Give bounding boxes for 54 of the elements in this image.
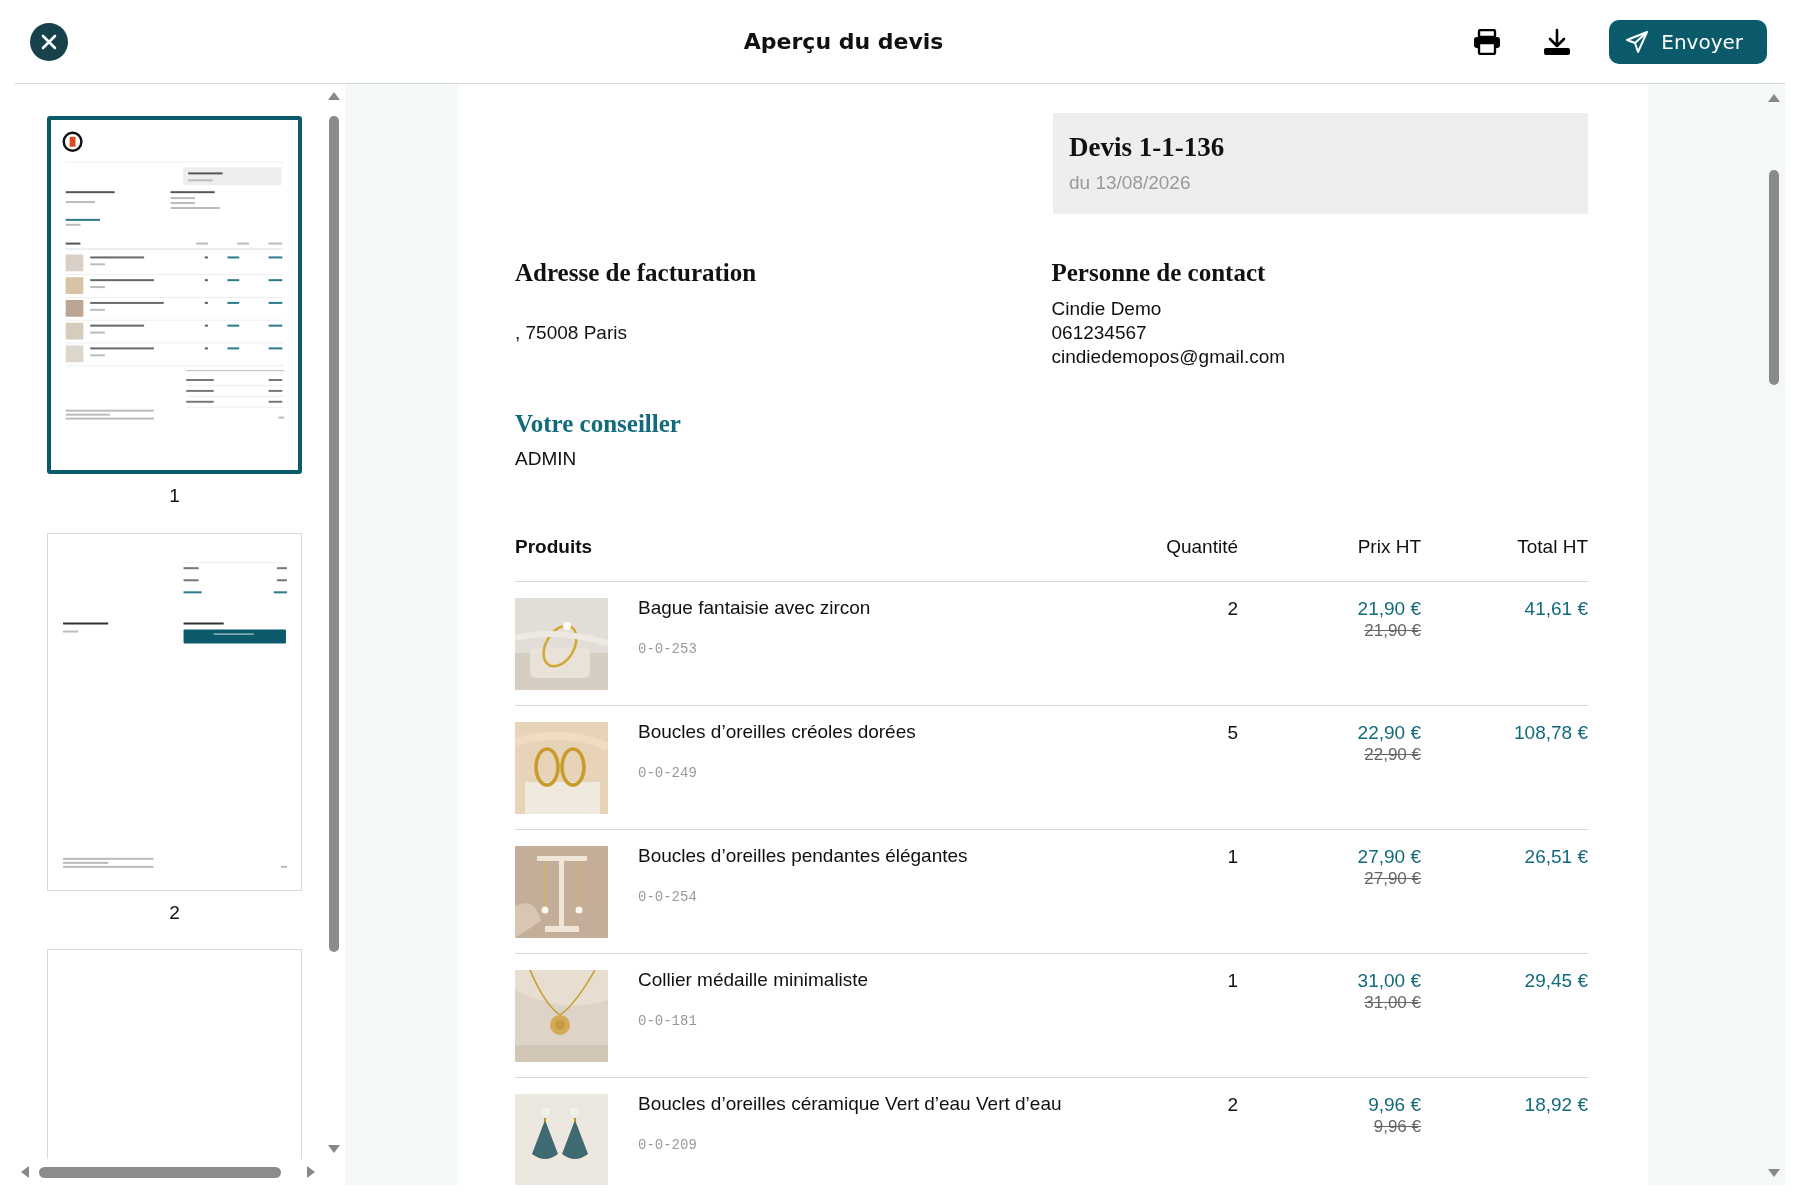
- section-heading: Personne de contact: [1051, 257, 1267, 288]
- page-number: 1: [168, 484, 181, 508]
- quantity-cell-text: 2: [1226, 598, 1238, 622]
- product-name: Bague fantaisie avec zircon: [638, 596, 871, 621]
- printer-icon: [1473, 28, 1502, 55]
- unit-price: 21,90 €: [1356, 598, 1421, 621]
- original-price: 21,90 €: [1363, 620, 1421, 643]
- product-reference: 0-0-254: [638, 887, 698, 907]
- address-line: cindiedemopos@gmail.com: [1051, 345, 1287, 370]
- original-price: 9,96 €: [1372, 1116, 1421, 1139]
- dialog-title: Aperçu du devis: [742, 28, 945, 56]
- original-price: 22,90 €: [1363, 744, 1421, 767]
- quote-title: Devis 1-1-136: [1069, 131, 1226, 164]
- address-line: Cindie Demo: [1051, 297, 1163, 322]
- line-total: 108,78 €: [1513, 722, 1588, 746]
- download-icon: [1543, 27, 1572, 56]
- product-reference: 0-0-209: [638, 1135, 698, 1155]
- paper-plane-icon: [1625, 29, 1650, 54]
- unit-price: 31,00 €: [1356, 970, 1421, 993]
- column-header: Prix HT: [1356, 534, 1421, 559]
- column-header: Quantité: [1165, 534, 1238, 559]
- unit-price: 27,90 €: [1356, 846, 1421, 869]
- section-heading: Votre conseiller: [515, 409, 682, 440]
- product-name: Boucles d’oreilles pendantes élégantes: [638, 844, 968, 869]
- close-icon: [41, 33, 57, 50]
- column-header: Total HT: [1516, 534, 1588, 559]
- quantity-cell-text: 1: [1226, 970, 1238, 994]
- line-total: 29,45 €: [1523, 970, 1588, 994]
- advisor-name: ADMIN: [515, 446, 578, 471]
- product-reference: 0-0-181: [638, 1011, 698, 1031]
- original-price: 27,90 €: [1363, 868, 1421, 891]
- section-heading: Adresse de facturation: [515, 257, 758, 288]
- product-reference: 0-0-249: [638, 763, 698, 783]
- quantity-cell-text: 5: [1226, 722, 1238, 746]
- quantity-cell-text: 1: [1226, 846, 1238, 870]
- quantity-cell-text: 2: [1226, 1094, 1238, 1118]
- product-name: Boucles d’oreilles créoles dorées: [638, 720, 916, 745]
- product-reference: 0-0-253: [638, 639, 698, 659]
- page-thumbnail[interactable]: [47, 116, 302, 474]
- unit-price: 22,90 €: [1356, 722, 1421, 745]
- address-line: 061234567: [1051, 321, 1148, 346]
- address-line: , 75008 Paris: [515, 321, 628, 346]
- line-total: 41,61 €: [1523, 598, 1588, 622]
- unit-price: 9,96 €: [1367, 1094, 1421, 1117]
- line-total: 26,51 €: [1523, 846, 1588, 870]
- quote-date: du 13/08/2026: [1069, 171, 1192, 196]
- line-total: 18,92 €: [1523, 1094, 1588, 1118]
- page-number: 2: [168, 900, 181, 925]
- original-price: 31,00 €: [1363, 992, 1421, 1015]
- close-button[interactable]: [30, 22, 68, 61]
- send-button[interactable]: Envoyer: [1609, 19, 1767, 64]
- column-header: Produits: [515, 534, 594, 559]
- product-name: Boucles d’oreilles céramique Vert d’eau Vert d’eau: [638, 1092, 1062, 1117]
- product-name: Collier médaille minimaliste: [638, 968, 869, 993]
